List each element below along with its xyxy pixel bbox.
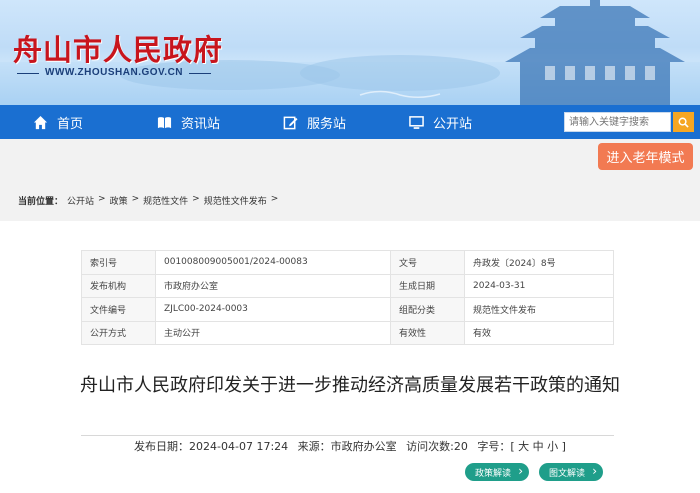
breadcrumb-link-normative[interactable]: 规范性文件: [143, 194, 188, 207]
info-key: 生成日期: [390, 273, 465, 298]
visit-count: 访问次数:20: [406, 440, 468, 453]
nav-item-label: 资讯站: [181, 116, 221, 132]
nav-item-label: 首页: [57, 116, 84, 132]
site-url: WWW.ZHOUSHAN.GOV.CN: [16, 67, 212, 78]
book-icon: [157, 116, 172, 128]
document-source: 来源：市政府办公室: [297, 440, 397, 453]
nav-item-news[interactable]: 资讯站: [157, 105, 220, 139]
table-row: 索引号 001008009005001/2024-00083 文号 舟政发〔20…: [81, 250, 614, 275]
info-key: 公开方式: [81, 320, 156, 345]
breadcrumb-separator: >: [270, 194, 279, 204]
document-info-table: 索引号 001008009005001/2024-00083 文号 舟政发〔20…: [81, 250, 614, 345]
header-banner: 舟山市人民政府 WWW.ZHOUSHAN.GOV.CN: [0, 0, 700, 105]
nav-item-service[interactable]: 服务站: [283, 105, 346, 139]
info-key: 有效性: [390, 320, 465, 345]
breadcrumb-separator: >: [131, 194, 140, 204]
breadcrumb-link-open[interactable]: 公开站: [67, 194, 94, 207]
title-divider: [81, 435, 614, 436]
document-meta: 发布日期：2024-04-07 17:24 来源：市政府办公室 访问次数:20 …: [0, 438, 700, 454]
info-value: 001008009005001/2024-00083: [155, 250, 391, 275]
publish-date: 发布日期：2024-04-07 17:24: [134, 440, 289, 453]
edit-icon: [283, 116, 298, 129]
table-row: 文件编号 ZJLC00-2024-0003 组配分类 规范性文件发布: [81, 297, 614, 322]
nav-item-home[interactable]: 首页: [33, 105, 83, 139]
content-header-strip: [0, 139, 700, 221]
info-value: 主动公开: [155, 320, 391, 345]
breadcrumb-separator: >: [192, 194, 200, 204]
nav-item-open[interactable]: 公开站: [409, 105, 472, 139]
info-key: 文号: [390, 250, 465, 275]
nav-item-label: 服务站: [307, 116, 347, 132]
info-value: 2024-03-31: [464, 273, 614, 298]
home-icon: [33, 115, 48, 129]
info-key: 组配分类: [390, 297, 465, 322]
breadcrumb-link-policy[interactable]: 政策: [110, 194, 128, 207]
search-button[interactable]: [673, 112, 694, 132]
info-value: 有效: [464, 320, 614, 345]
info-key: 发布机构: [81, 273, 156, 298]
table-row: 公开方式 主动公开 有效性 有效: [81, 320, 614, 345]
font-size-switcher[interactable]: 字号：[ 大 中 小 ]: [477, 440, 566, 453]
document-title: 舟山市人民政府印发关于进一步推动经济高质量发展若干政策的通知: [80, 375, 620, 396]
info-value: 舟政发〔2024〕8号: [464, 250, 614, 275]
info-key: 文件编号: [81, 297, 156, 322]
breadcrumb: 当前位置： 公开站 > 政策 > 规范性文件 > 规范性文件发布 >: [18, 194, 278, 207]
search-icon: [678, 117, 689, 128]
info-value: 市政府办公室: [155, 273, 391, 298]
info-value: 规范性文件发布: [464, 297, 614, 322]
site-title[interactable]: 舟山市人民政府: [13, 27, 223, 69]
graphic-interpretation-button[interactable]: 图文解读: [539, 463, 604, 481]
nav-item-label: 公开站: [433, 116, 473, 132]
breadcrumb-separator: >: [98, 194, 106, 204]
elder-mode-button[interactable]: 进入老年模式: [598, 143, 693, 170]
breadcrumb-link-release[interactable]: 规范性文件发布: [204, 194, 267, 207]
search-input[interactable]: [564, 112, 671, 132]
table-row: 发布机构 市政府办公室 生成日期 2024-03-31: [81, 273, 614, 298]
monitor-icon: [409, 115, 424, 129]
info-key: 索引号: [81, 250, 156, 275]
info-value: ZJLC00-2024-0003: [155, 297, 391, 322]
breadcrumb-prefix: 当前位置：: [18, 197, 64, 207]
policy-interpretation-button[interactable]: 政策解读: [465, 463, 530, 481]
